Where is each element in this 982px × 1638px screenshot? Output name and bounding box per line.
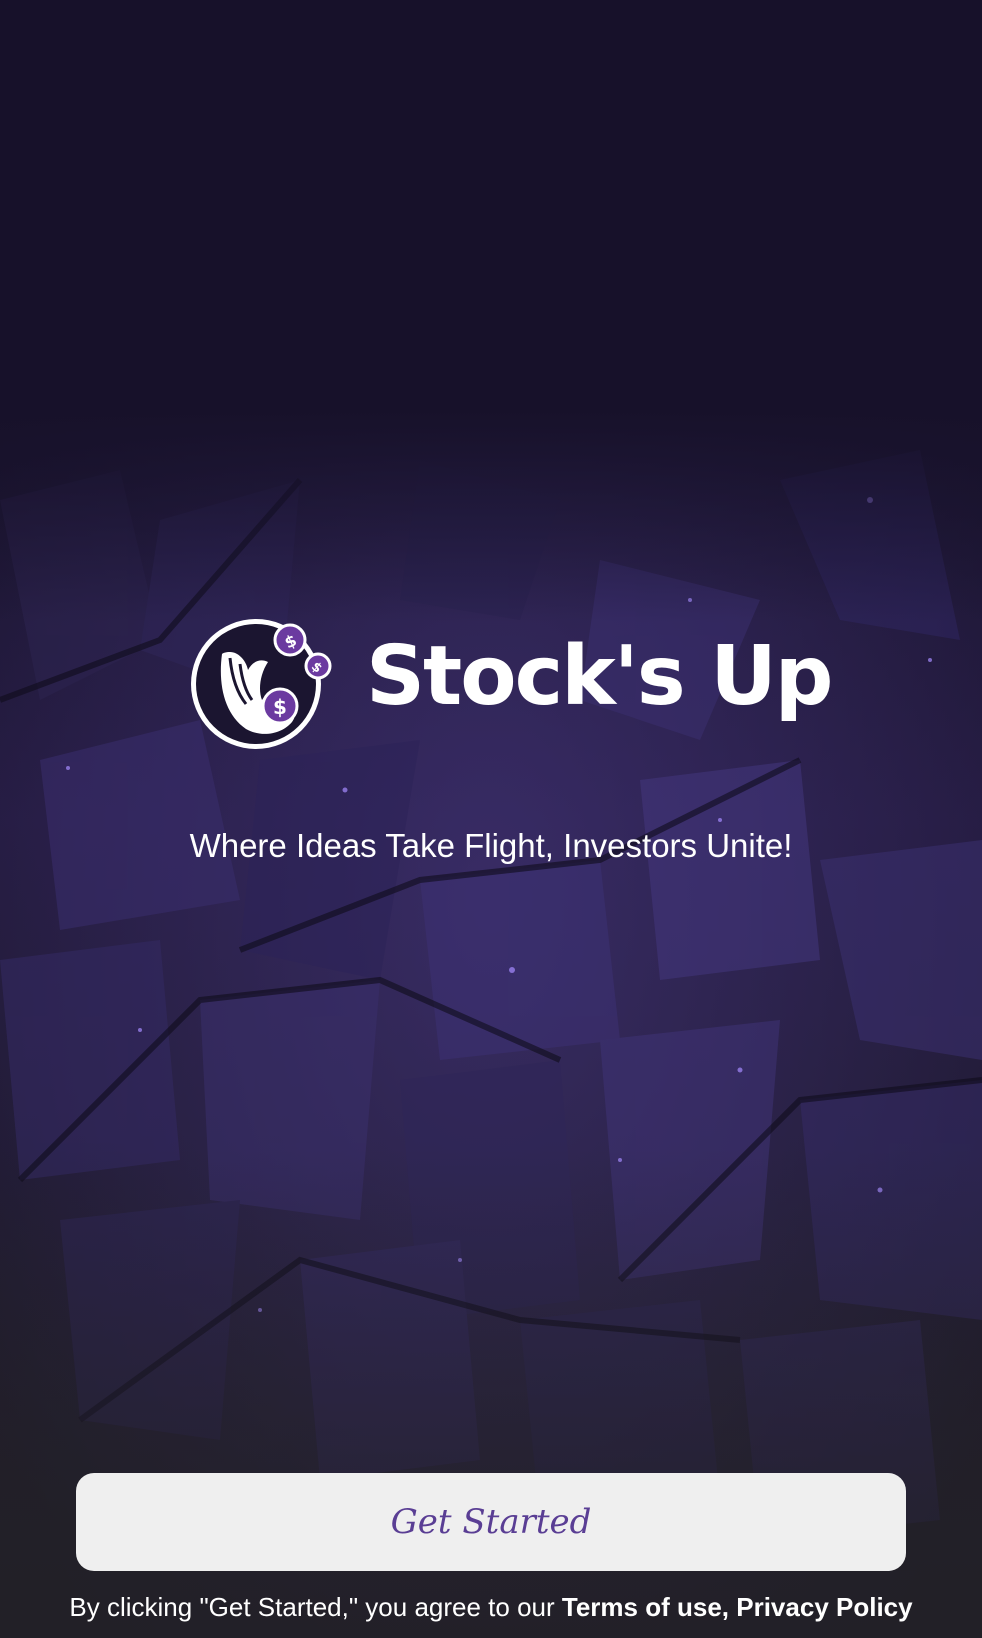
crystal-background [0,0,982,1638]
welcome-screen: $ $ $ Stock's Up Where Ideas Take Flight… [0,0,982,1638]
get-started-button[interactable]: Get Started [76,1473,906,1571]
brand-name: Stock's Up [366,629,833,724]
privacy-policy-link[interactable]: Privacy Policy [736,1592,912,1622]
legal-prefix: By clicking "Get Started," you agree to … [69,1592,562,1622]
tagline: Where Ideas Take Flight, Investors Unite… [189,827,793,864]
coin-dollar-sign: $ [273,695,287,719]
hand-with-dollar-coins-icon: $ $ $ [191,619,332,749]
terms-of-use-link[interactable]: Terms of use, [562,1592,729,1622]
legal-notice: By clicking "Get Started," you agree to … [0,1590,982,1624]
brand-lockup: $ $ $ Stock's Up [188,614,833,754]
